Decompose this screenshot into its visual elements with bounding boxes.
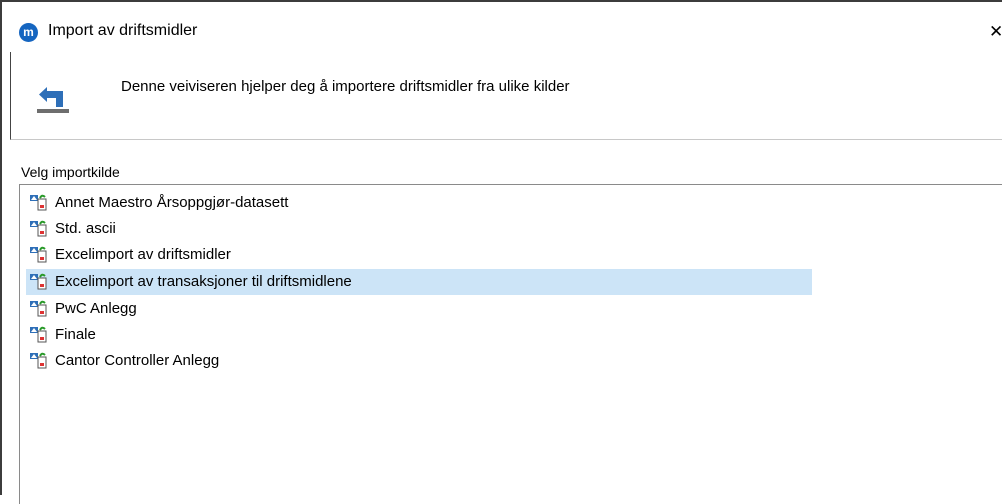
- import-source-icon: [30, 352, 47, 369]
- list-item-label: Excelimport av driftsmidler: [55, 246, 231, 263]
- import-source-icon: [30, 220, 47, 237]
- list-item-selected[interactable]: Excelimport av transaksjoner til driftsm…: [26, 269, 812, 295]
- import-source-icon: [30, 246, 47, 263]
- list-item[interactable]: PwC Anlegg: [26, 296, 812, 322]
- import-wizard-window: m Import av driftsmidler ✕ Denne veivise…: [0, 0, 1002, 504]
- import-source-icon: [30, 273, 47, 290]
- import-source-icon: [30, 194, 47, 211]
- list-item[interactable]: Cantor Controller Anlegg: [26, 348, 812, 374]
- import-source-icon: [30, 300, 47, 317]
- list-item-label: Std. ascii: [55, 220, 116, 237]
- list-item-label: Annet Maestro Årsoppgjør-datasett: [55, 194, 289, 211]
- title-bar[interactable]: m Import av driftsmidler ✕: [4, 2, 1002, 52]
- list-item[interactable]: Finale: [26, 322, 812, 348]
- wizard-header: Denne veiviseren hjelper deg å importere…: [10, 52, 1002, 140]
- import-arrow-icon: [37, 87, 69, 113]
- list-item[interactable]: Excelimport av driftsmidler: [26, 242, 812, 268]
- close-button[interactable]: ✕: [989, 20, 1002, 44]
- window-title: Import av driftsmidler: [48, 22, 198, 39]
- import-source-icon: [30, 326, 47, 343]
- import-source-list[interactable]: Annet Maestro Årsoppgjør-datasett Std. a…: [19, 184, 1002, 504]
- close-icon: ✕: [989, 22, 1002, 41]
- source-list-label: Velg importkilde: [21, 164, 120, 180]
- list-item-label: Finale: [55, 326, 96, 343]
- list-item[interactable]: Annet Maestro Årsoppgjør-datasett: [26, 190, 812, 216]
- app-logo-icon: m: [19, 23, 38, 42]
- list-item-label: Excelimport av transaksjoner til driftsm…: [55, 273, 352, 290]
- list-item[interactable]: Std. ascii: [26, 216, 812, 242]
- list-item-label: Cantor Controller Anlegg: [55, 352, 220, 369]
- list-item-label: PwC Anlegg: [55, 300, 137, 317]
- wizard-description: Denne veiviseren hjelper deg å importere…: [121, 78, 570, 95]
